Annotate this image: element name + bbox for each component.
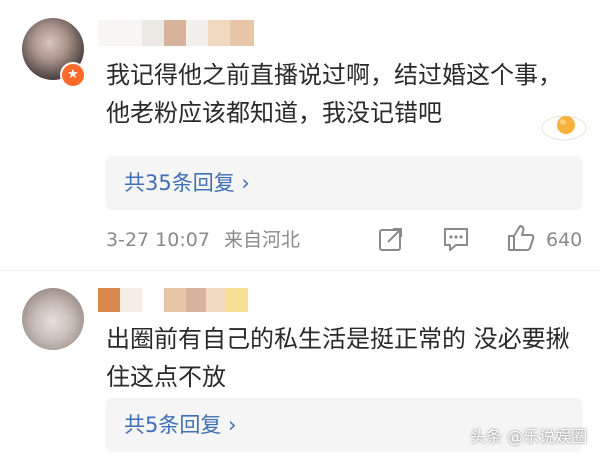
comment-text: 出圈前有自己的私生活是挺正常的 没必要揪住这点不放 (106, 325, 570, 391)
reply-thread-button[interactable]: 共35条回复 › (106, 156, 582, 210)
divider (0, 270, 600, 271)
watermark: 头条 @乐说娱圈 (470, 427, 588, 446)
like-count: 640 (546, 229, 583, 251)
comment-location: 来自河北 (223, 229, 300, 251)
verified-badge-icon: ★ (60, 62, 86, 88)
username-mosaic[interactable] (98, 20, 254, 46)
comment-icon[interactable] (442, 226, 470, 252)
username-mosaic[interactable] (98, 288, 248, 312)
comment-meta: 3-27 10:07 来自河北 (106, 226, 300, 254)
like-icon[interactable] (506, 224, 536, 252)
reply-count-link[interactable]: 共35条回复 › (124, 169, 250, 197)
fried-egg-sticker (541, 115, 587, 141)
comment-text: 我记得他之前直播说过啊，结过婚这个事，他老粉应该都知道，我没记错吧 (106, 61, 562, 127)
share-icon[interactable] (378, 226, 404, 252)
reply-count-link[interactable]: 共5条回复 › (124, 411, 236, 439)
avatar[interactable] (22, 288, 84, 350)
comment-date: 3-27 10:07 (106, 229, 210, 251)
